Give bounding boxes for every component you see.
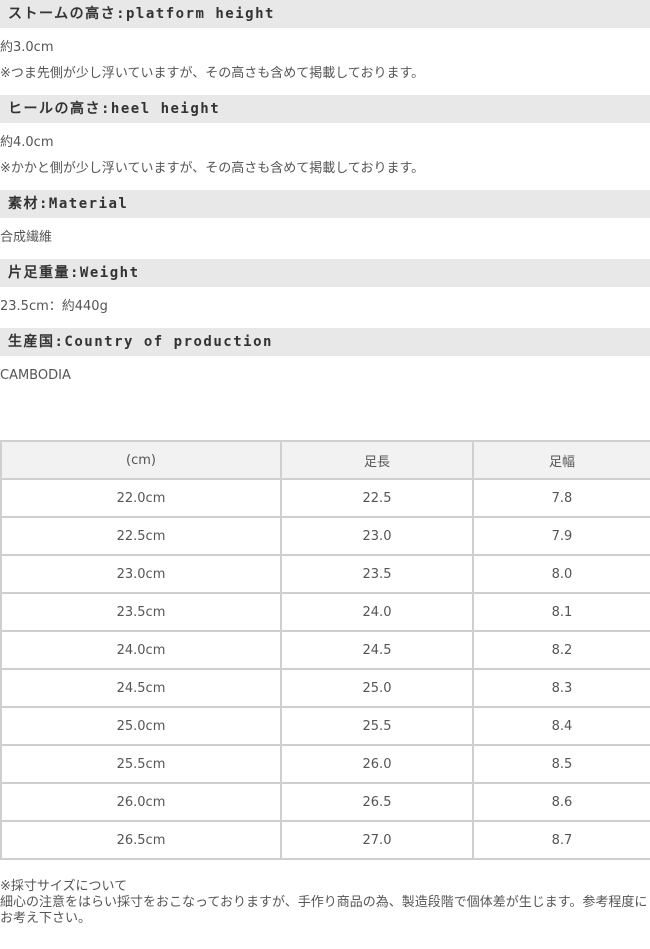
table-row: 26.0cm 26.5 8.6 bbox=[0, 782, 650, 822]
cell-foot-width: 8.6 bbox=[472, 782, 650, 822]
table-row: 26.5cm 27.0 8.7 bbox=[0, 820, 650, 860]
spec-heading: 生産国:Country of production bbox=[0, 328, 650, 356]
table-row: 25.5cm 26.0 8.5 bbox=[0, 744, 650, 784]
table-row: 24.0cm 24.5 8.2 bbox=[0, 630, 650, 670]
size-table-container: (cm) 足長 足幅 22.0cm 22.5 7.8 22.5cm 23.0 7.9 23.… bbox=[0, 440, 650, 860]
spec-body: 約3.0cm ※つま先側が少し浮いていますが、その高さも含めて掲載しております。 bbox=[0, 28, 650, 95]
cell-size: 26.0cm bbox=[0, 782, 282, 822]
spec-body: 合成繊維 bbox=[0, 218, 650, 259]
table-row: 23.0cm 23.5 8.0 bbox=[0, 554, 650, 594]
cell-foot-length: 26.0 bbox=[280, 744, 474, 784]
cell-size: 23.0cm bbox=[0, 554, 282, 594]
cell-size: 23.5cm bbox=[0, 592, 282, 632]
spec-note: ※かかと側が少し浮いていますが、その高さも含めて掲載しております。 bbox=[0, 161, 425, 176]
table-row: 23.5cm 24.0 8.1 bbox=[0, 592, 650, 632]
spec-section-platform-height: ストームの高さ:platform height 約3.0cm ※つま先側が少し浮… bbox=[0, 0, 650, 95]
cell-size: 25.5cm bbox=[0, 744, 282, 784]
spec-value: CAMBODIA bbox=[0, 368, 71, 383]
spec-body: 23.5cm：約440g bbox=[0, 287, 650, 328]
cell-foot-length: 25.5 bbox=[280, 706, 474, 746]
cell-foot-width: 8.3 bbox=[472, 668, 650, 708]
cell-size: 22.0cm bbox=[0, 478, 282, 518]
cell-foot-length: 27.0 bbox=[280, 820, 474, 860]
measurement-note: ※採寸サイズについて 細心の注意をはらい採寸をおこなっておりますが、手作り商品の… bbox=[0, 879, 650, 927]
header-foot-width: 足幅 bbox=[472, 440, 650, 480]
cell-foot-length: 25.0 bbox=[280, 668, 474, 708]
spec-body: 約4.0cm ※かかと側が少し浮いていますが、その高さも含めて掲載しております。 bbox=[0, 123, 650, 190]
cell-size: 22.5cm bbox=[0, 516, 282, 556]
note-heading: ※採寸サイズについて bbox=[0, 879, 128, 894]
cell-foot-length: 23.5 bbox=[280, 554, 474, 594]
cell-foot-length: 26.5 bbox=[280, 782, 474, 822]
spec-heading: ストームの高さ:platform height bbox=[0, 0, 650, 28]
spec-value: 約3.0cm bbox=[0, 40, 54, 55]
spec-section-weight: 片足重量:Weight 23.5cm：約440g bbox=[0, 259, 650, 328]
spec-section-country: 生産国:Country of production CAMBODIA bbox=[0, 328, 650, 397]
cell-foot-width: 8.2 bbox=[472, 630, 650, 670]
spec-heading: 片足重量:Weight bbox=[0, 259, 650, 287]
cell-foot-length: 23.0 bbox=[280, 516, 474, 556]
size-table: (cm) 足長 足幅 22.0cm 22.5 7.8 22.5cm 23.0 7.9 23.… bbox=[0, 440, 650, 860]
cell-foot-width: 7.8 bbox=[472, 478, 650, 518]
cell-foot-length: 22.5 bbox=[280, 478, 474, 518]
cell-size: 25.0cm bbox=[0, 706, 282, 746]
table-row: 24.5cm 25.0 8.3 bbox=[0, 668, 650, 708]
header-foot-length: 足長 bbox=[280, 440, 474, 480]
cell-size: 26.5cm bbox=[0, 820, 282, 860]
cell-foot-width: 8.0 bbox=[472, 554, 650, 594]
note-text: 細心の注意をはらい採寸をおこなっておりますが、手作り商品の為、製造段階で個体差が… bbox=[0, 895, 648, 926]
cell-foot-width: 8.5 bbox=[472, 744, 650, 784]
table-row: 25.0cm 25.5 8.4 bbox=[0, 706, 650, 746]
spec-section-heel-height: ヒールの高さ:heel height 約4.0cm ※かかと側が少し浮いています… bbox=[0, 95, 650, 190]
cell-size: 24.5cm bbox=[0, 668, 282, 708]
spec-body: CAMBODIA bbox=[0, 356, 650, 397]
table-row: 22.5cm 23.0 7.9 bbox=[0, 516, 650, 556]
spec-value: 約4.0cm bbox=[0, 135, 54, 150]
spec-note: ※つま先側が少し浮いていますが、その高さも含めて掲載しております。 bbox=[0, 66, 425, 81]
cell-foot-width: 8.1 bbox=[472, 592, 650, 632]
spec-value: 23.5cm：約440g bbox=[0, 299, 108, 314]
cell-foot-length: 24.0 bbox=[280, 592, 474, 632]
spec-heading: ヒールの高さ:heel height bbox=[0, 95, 650, 123]
cell-foot-length: 24.5 bbox=[280, 630, 474, 670]
spec-section-material: 素材:Material 合成繊維 bbox=[0, 190, 650, 259]
cell-foot-width: 7.9 bbox=[472, 516, 650, 556]
cell-foot-width: 8.4 bbox=[472, 706, 650, 746]
spec-heading: 素材:Material bbox=[0, 190, 650, 218]
table-row: 22.0cm 22.5 7.8 bbox=[0, 478, 650, 518]
product-specs: ストームの高さ:platform height 約3.0cm ※つま先側が少し浮… bbox=[0, 0, 650, 397]
cell-foot-width: 8.7 bbox=[472, 820, 650, 860]
table-header-row: (cm) 足長 足幅 bbox=[0, 440, 650, 480]
spec-value: 合成繊維 bbox=[0, 230, 53, 245]
cell-size: 24.0cm bbox=[0, 630, 282, 670]
header-size: (cm) bbox=[0, 440, 282, 480]
